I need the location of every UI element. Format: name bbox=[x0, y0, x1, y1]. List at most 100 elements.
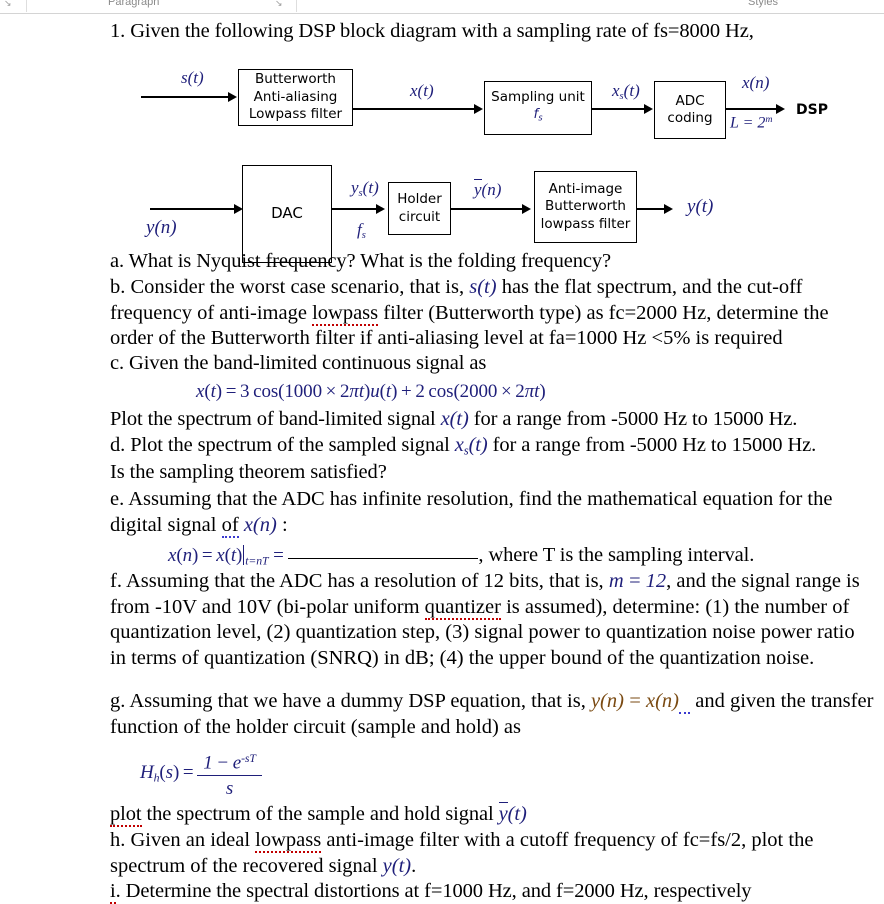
arrow-head-6 bbox=[376, 204, 385, 214]
item-a: a. What is Nyquist frequency? What is th… bbox=[110, 249, 611, 274]
item-i-text: . Determine the spectral distortions at … bbox=[115, 880, 752, 902]
label-x-of-n: x(n) bbox=[742, 73, 770, 92]
item-i: i. Determine the spectral distortions at… bbox=[110, 879, 752, 904]
item-g-followup: plot the spectrum of the sample and hold… bbox=[110, 802, 527, 827]
item-c-follow-text-2: for a range from -5000 Hz to 15000 Hz. bbox=[468, 408, 798, 430]
block-5-line-2: circuit bbox=[398, 208, 441, 225]
item-e-text-1: e. Assuming that the ADC has infinite re… bbox=[110, 488, 833, 536]
transfer-function-fraction: 1 − e-sT s bbox=[197, 746, 262, 801]
block-3-line-2: coding bbox=[667, 110, 713, 126]
label-dsp-output: DSP bbox=[796, 102, 828, 118]
ribbon-group-styles-label: Styles bbox=[748, 0, 778, 8]
block-1-line-1: Butterworth bbox=[255, 71, 336, 88]
item-c-equation: x(t) = 3 cos(1000 × 2πt)u(t) + 2 cos(200… bbox=[196, 381, 546, 402]
fraction-numerator: 1 − e-sT bbox=[197, 746, 262, 777]
block-6-line-2: Butterworth bbox=[545, 198, 626, 215]
item-d-line2-text: Is the sampling theorem satisfied? bbox=[110, 461, 387, 483]
block-3-line-1: ADC bbox=[675, 92, 705, 109]
block-4-line-1: DAC bbox=[271, 204, 303, 223]
item-d-variable-xst: xs(t) bbox=[454, 434, 488, 458]
label-xs-of-t: xs(t) bbox=[612, 81, 640, 102]
ribbon-divider-1 bbox=[26, 0, 27, 12]
item-d: d. Plot the spectrum of the sampled sign… bbox=[110, 433, 816, 464]
label-fs-bottom: fs bbox=[357, 220, 366, 241]
block-adc-coding: ADC coding bbox=[654, 81, 726, 139]
item-e-grammar-error: of bbox=[221, 513, 239, 538]
item-f-variable-m: m = 12 bbox=[608, 570, 667, 592]
item-b: b. Consider the worst case scenario, tha… bbox=[110, 275, 874, 352]
block-holder-circuit: Holder circuit bbox=[388, 182, 451, 235]
arrow-line-5 bbox=[150, 208, 240, 210]
arrow-line-4 bbox=[726, 108, 782, 110]
document-page: 1. Given the following DSP block diagram… bbox=[0, 13, 884, 904]
block-anti-image-filter: Anti-image Butterworth lowpass filter bbox=[534, 171, 637, 243]
item-h-text-1: h. Given an ideal bbox=[110, 829, 256, 851]
item-d-line2: Is the sampling theorem satisfied? bbox=[110, 460, 387, 485]
item-g-equation: Hh(s) = 1 − e-sT s bbox=[140, 746, 262, 801]
item-c-lead: c. Given the band-limited continuous sig… bbox=[110, 351, 486, 376]
ribbon-group-paragraph-label: Paragraph bbox=[108, 0, 160, 8]
block-6-line-1: Anti-image bbox=[548, 180, 623, 197]
arrow-line-6 bbox=[332, 208, 382, 210]
arrow-head-4 bbox=[776, 104, 785, 114]
arrow-line-2 bbox=[353, 108, 480, 110]
item-a-text: a. What is Nyquist frequency? What is th… bbox=[110, 250, 612, 272]
item-b-text-1: b. Consider the worst case scenario, tha… bbox=[110, 276, 470, 298]
label-x-of-t: x(t) bbox=[410, 81, 434, 100]
item-c-follow-text-1: Plot the spectrum of band-limited signal bbox=[110, 408, 441, 430]
block-2-line-2: fs bbox=[533, 106, 543, 123]
item-d-text-2: for a range from -5000 Hz to 15000 Hz. bbox=[487, 434, 817, 456]
item-f-spelling-error: quantizer bbox=[424, 595, 501, 620]
item-c-lead-text: c. Given the band-limited continuous sig… bbox=[110, 352, 487, 374]
item-d-text-1: d. Plot the spectrum of the sampled sign… bbox=[110, 434, 455, 456]
arrow-head-8 bbox=[664, 204, 673, 214]
item-c-variable-xt: x(t) bbox=[440, 408, 469, 430]
block-5-line-1: Holder bbox=[397, 191, 442, 207]
item-h: h. Given an ideal lowpass anti-image fil… bbox=[110, 828, 874, 879]
arrow-head-3 bbox=[644, 104, 653, 114]
item-g-variable-ybar-t: y(t) bbox=[498, 802, 527, 825]
ribbon-divider-2 bbox=[296, 0, 297, 12]
item-h-variable-yt: y(t) bbox=[382, 854, 412, 877]
item-b-variable-st: s(t) bbox=[469, 276, 497, 298]
block-sampling-unit: Sampling unit fs bbox=[484, 81, 592, 135]
ribbon-launcher-left-icon[interactable]: ↘ bbox=[4, 0, 12, 9]
item-g-text-1: g. Assuming that we have a dummy DSP equ… bbox=[110, 690, 591, 712]
item-h-text-3: . bbox=[411, 854, 417, 877]
fraction-denominator: s bbox=[225, 778, 234, 800]
item-b-spelling-error: lowpass bbox=[312, 301, 379, 326]
item-e-variable-xn: x(n) bbox=[243, 513, 277, 536]
item-g-follow-text: the spectrum of the sample and hold sign… bbox=[141, 803, 499, 825]
item-g: g. Assuming that we have a dummy DSP equ… bbox=[110, 689, 874, 740]
ribbon-launcher-paragraph-icon[interactable]: ↘ bbox=[275, 0, 283, 9]
item-c-followup: Plot the spectrum of band-limited signal… bbox=[110, 407, 797, 432]
arrow-line-1 bbox=[141, 96, 234, 98]
label-y-bar-of-n: y(n) bbox=[474, 179, 502, 199]
label-levels-L: L = 2m bbox=[730, 114, 773, 132]
item-e-equation-tail: , where T is the sampling interval. bbox=[478, 544, 755, 566]
arrow-head-2 bbox=[474, 104, 483, 114]
label-y-of-n: y(n) bbox=[146, 217, 177, 238]
block-antialiasing-filter: Butterworth Anti-aliasing Lowpass filter bbox=[238, 69, 353, 126]
block-1-line-3: Lowpass filter bbox=[248, 106, 343, 123]
dsp-block-diagram: s(t) Butterworth Anti-aliasing Lowpass f… bbox=[0, 13, 884, 263]
arrow-head-1 bbox=[228, 92, 237, 102]
block-1-line-2: Anti-aliasing bbox=[253, 88, 338, 105]
label-y-of-t-output: y(t) bbox=[687, 196, 714, 217]
item-g-follow-spelling-error: plot bbox=[110, 803, 142, 827]
block-6-line-3: lowpass filter bbox=[540, 215, 631, 232]
label-ys-of-t: ys(t) bbox=[351, 178, 379, 199]
item-g-grammar-mark bbox=[679, 690, 691, 714]
item-f-text-1: f. Assuming that the ADC has a resolutio… bbox=[110, 570, 609, 592]
item-g-variable-yn-xn: y(n) = x(n) bbox=[590, 690, 679, 712]
item-h-spelling-error: lowpass bbox=[255, 829, 322, 853]
item-f: f. Assuming that the ADC has a resolutio… bbox=[110, 569, 874, 671]
label-s-of-t: s(t) bbox=[181, 68, 204, 87]
item-e-text-3: : bbox=[276, 513, 288, 536]
arrow-head-7 bbox=[522, 204, 531, 214]
arrow-line-3 bbox=[592, 108, 650, 110]
word-ribbon-strip: ↘ Paragraph ↘ Styles bbox=[0, 0, 884, 14]
answer-blank-line[interactable] bbox=[288, 558, 479, 559]
item-e: e. Assuming that the ADC has infinite re… bbox=[110, 487, 874, 538]
arrow-line-7 bbox=[451, 208, 528, 210]
